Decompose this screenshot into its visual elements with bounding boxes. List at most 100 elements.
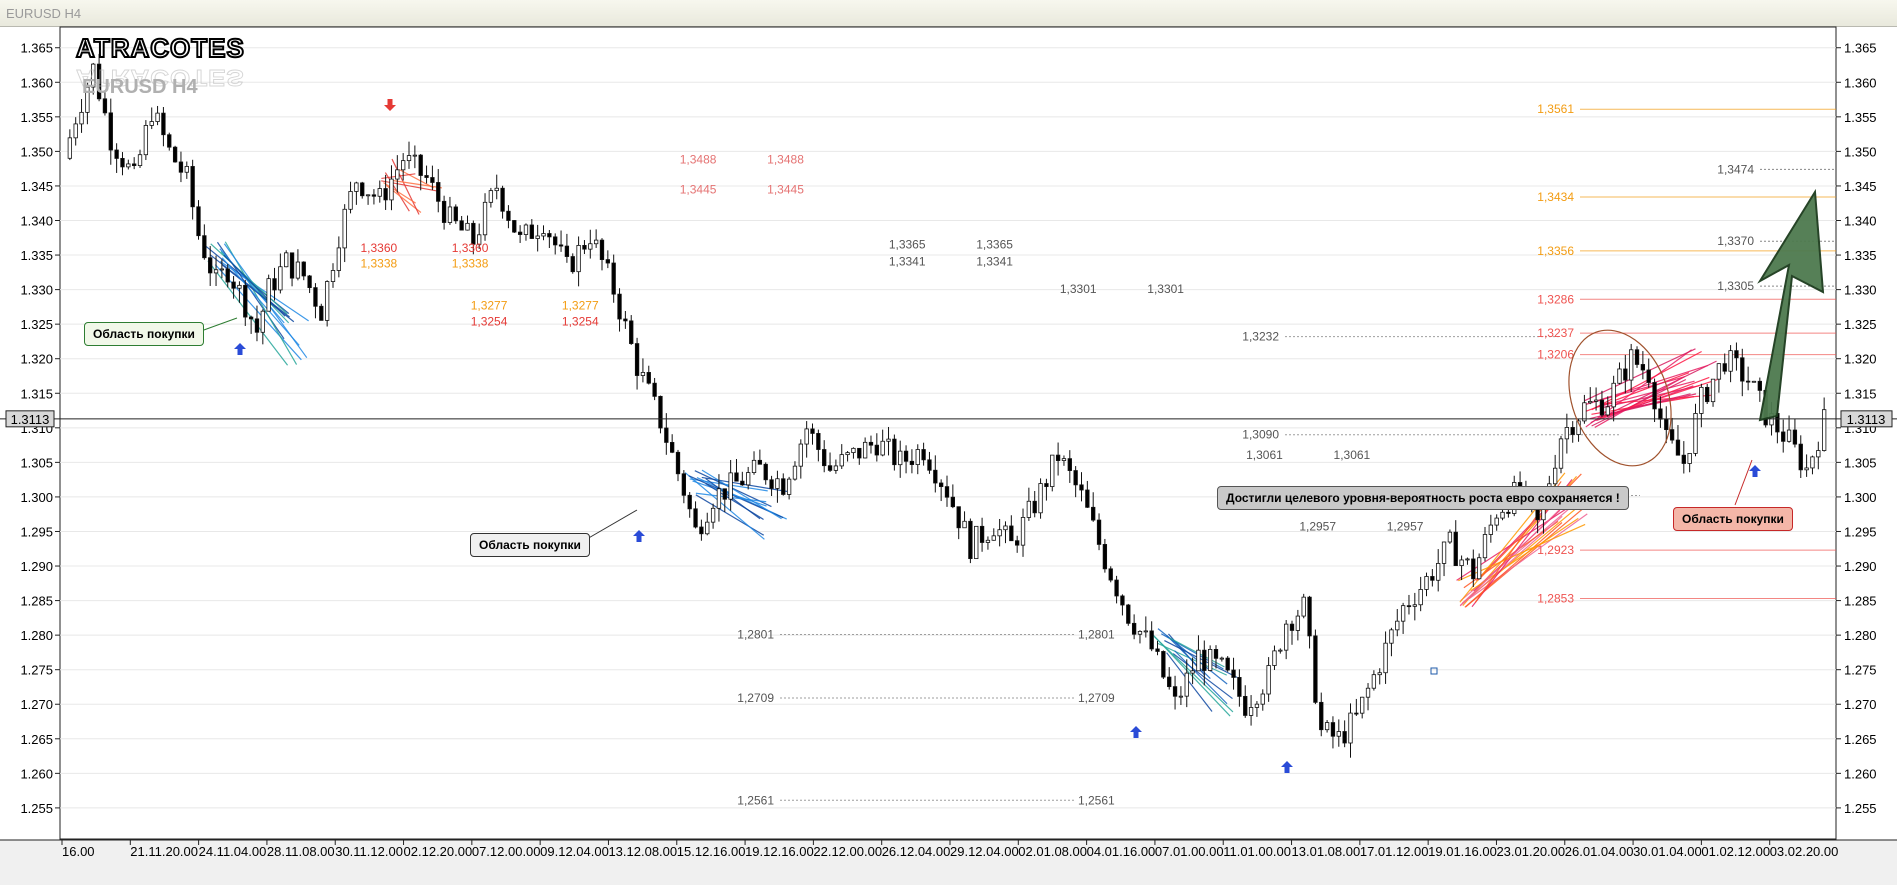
candle-body <box>354 182 359 192</box>
candle-body <box>196 206 201 237</box>
candle-body <box>1278 649 1283 652</box>
candle-body <box>769 479 774 489</box>
price-annotation: 1,3301 <box>1147 282 1184 296</box>
y-tick-label: 1.300 <box>1844 490 1877 505</box>
candle-body <box>1266 665 1271 695</box>
candle-body <box>102 98 108 114</box>
candle-body <box>1365 687 1371 698</box>
candle-body <box>482 201 488 236</box>
pattern-fans <box>205 158 1718 717</box>
candle-body <box>1646 369 1651 383</box>
x-tick-label: 23.01.20.00 <box>1496 844 1565 859</box>
candle-body <box>1102 544 1108 570</box>
candle-body <box>1436 563 1441 581</box>
candle-body <box>1219 657 1224 660</box>
candle-body <box>73 123 78 139</box>
y-tick-label: 1.350 <box>1844 144 1877 159</box>
candle-body <box>1400 605 1406 622</box>
candle-body <box>506 210 511 221</box>
candle-body <box>500 187 505 212</box>
candle-body <box>1003 525 1008 531</box>
candle-body <box>401 160 406 171</box>
candle-body <box>775 478 780 489</box>
candle-body <box>658 395 663 429</box>
candle-body <box>1254 703 1260 708</box>
candle-body <box>1202 649 1207 671</box>
candle-body <box>652 382 657 397</box>
buy-arrow-icon <box>1281 761 1293 773</box>
level-label: 1,3370 <box>1717 234 1754 248</box>
candle-body <box>167 134 172 148</box>
candle-body <box>1096 519 1102 545</box>
fan-line <box>1589 393 1691 420</box>
candle-body <box>1389 629 1394 644</box>
candle-body <box>1184 672 1189 697</box>
candle-body <box>1330 722 1336 737</box>
candle-body <box>172 146 178 163</box>
candle-body <box>1172 686 1178 697</box>
candle-body <box>132 163 137 167</box>
x-tick-label: 17.01.12.00 <box>1360 844 1429 859</box>
candle-body <box>324 281 330 321</box>
x-tick-label: 19.01.16.00 <box>1428 844 1497 859</box>
level-label: 1,2561 <box>737 793 774 807</box>
candle-body <box>1570 427 1575 435</box>
candle-body <box>1371 674 1377 689</box>
candle-body <box>786 478 792 495</box>
price-annotation: 1,3338 <box>360 256 397 270</box>
candle-body <box>1026 500 1032 518</box>
candle-body <box>851 447 856 454</box>
candle-body <box>956 506 961 529</box>
candle-body <box>1295 615 1301 631</box>
candle-body <box>1441 541 1447 564</box>
candle-body <box>675 451 681 475</box>
candle-body <box>1207 649 1213 671</box>
candle-body <box>728 472 733 500</box>
price-chart[interactable]: 1.365 1.360 1.355 1.350 1.345 1.340 1.335 1.330… <box>0 0 1897 885</box>
candle-body <box>1149 630 1154 650</box>
candle-body <box>231 281 236 289</box>
candle-body <box>272 278 277 291</box>
candle-body <box>1640 364 1646 371</box>
candle-body <box>857 447 862 459</box>
level-label: 1,3237 <box>1537 326 1574 340</box>
candle-body <box>1289 623 1295 631</box>
fan-line <box>1153 636 1234 713</box>
candle-body <box>184 166 189 173</box>
candle-body <box>868 441 874 446</box>
y-tick-label: 1.260 <box>1844 766 1877 781</box>
candle-body <box>903 450 909 462</box>
candle-body <box>1383 642 1388 674</box>
candle-body <box>1693 413 1698 454</box>
candle-body <box>1652 382 1657 410</box>
candle-body <box>687 494 692 510</box>
candle-body <box>1482 534 1488 559</box>
candle-body <box>1272 650 1277 666</box>
candle-body <box>1605 406 1610 416</box>
candle-body <box>1558 438 1564 469</box>
candle-body <box>816 433 821 450</box>
candle-body <box>1137 630 1143 635</box>
candle-body <box>798 443 803 467</box>
candle-body <box>383 188 388 201</box>
sell-arrow-icon <box>384 99 396 111</box>
level-label: 1,3232 <box>1242 330 1279 344</box>
candle-body <box>1143 630 1148 633</box>
price-annotation: 1,3277 <box>562 298 599 312</box>
candle-body <box>751 459 757 473</box>
candle-body <box>459 220 464 231</box>
candle-body <box>79 111 84 125</box>
candle-body <box>1377 672 1382 676</box>
y-tick-label: 1.285 <box>1844 594 1877 609</box>
candle-body <box>137 154 143 167</box>
note-leader <box>1734 459 1753 506</box>
candle-body <box>1476 557 1482 580</box>
y-tick-label: 1.295 <box>1844 524 1877 539</box>
candle-body <box>1248 707 1254 716</box>
candle-body <box>746 472 751 486</box>
candle-body <box>1553 467 1558 485</box>
candle-body <box>1126 604 1131 624</box>
x-tick-label: 22.12.00.00 <box>813 844 882 859</box>
candle-body <box>933 469 938 484</box>
candle-body <box>1079 484 1084 491</box>
